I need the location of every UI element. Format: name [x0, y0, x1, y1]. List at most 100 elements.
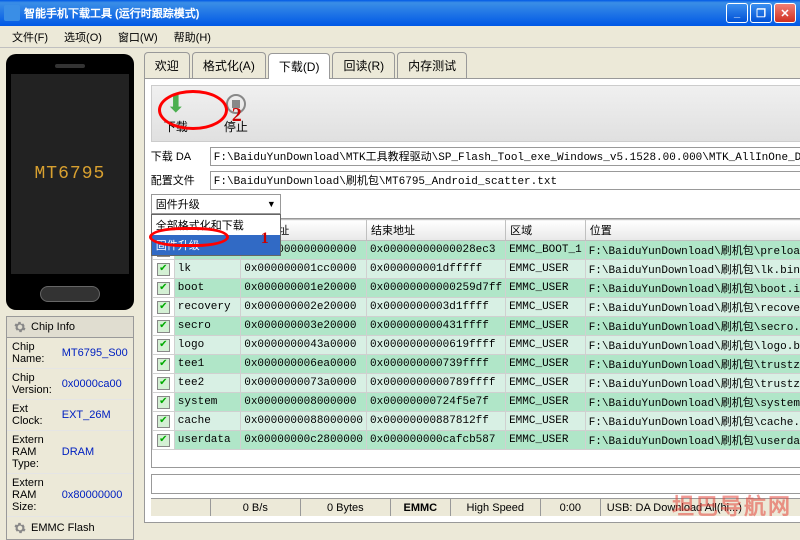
- cell-location: F:\BaiduYunDownload\刷机包\secro.img: [585, 317, 800, 336]
- cell-end: 0x00000000000259d7ff: [367, 279, 506, 298]
- cell-name: system: [174, 393, 240, 412]
- row-checkbox[interactable]: ✔: [157, 301, 170, 314]
- col-location[interactable]: 位置: [585, 220, 800, 241]
- chip-name-value: MT6795_S00: [57, 338, 133, 369]
- col-region[interactable]: 区域: [506, 220, 586, 241]
- cell-end: 0x00000000724f5e7f: [367, 393, 506, 412]
- scatter-path-input[interactable]: [210, 171, 800, 190]
- cell-name: cache: [174, 412, 240, 431]
- status-speed: High Speed: [451, 499, 541, 516]
- cell-location: F:\BaiduYunDownload\刷机包\cache.img: [585, 412, 800, 431]
- table-row[interactable]: ✔secro0x000000003e200000x000000000431fff…: [152, 317, 800, 336]
- cell-end: 0x00000000887812ff: [367, 412, 506, 431]
- tab-bar: 欢迎 格式化(A) 下载(D) 回读(R) 内存测试: [144, 52, 800, 79]
- status-bytes: 0 Bytes: [301, 499, 391, 516]
- cell-start: 0x0000000088000000: [241, 412, 367, 431]
- cell-location: F:\BaiduYunDownload\刷机包\lk.bin: [585, 260, 800, 279]
- row-checkbox[interactable]: ✔: [157, 377, 170, 390]
- da-path-label: 下载 DA: [151, 148, 206, 164]
- row-checkbox[interactable]: ✔: [157, 434, 170, 447]
- table-row[interactable]: ✔ boot0x000000001e200000x00000000000259d7…: [152, 279, 800, 298]
- row-checkbox[interactable]: ✔: [157, 263, 170, 276]
- menu-window[interactable]: 窗口(W): [110, 27, 166, 47]
- close-button[interactable]: ✕: [774, 3, 796, 23]
- cell-name: recovery: [174, 298, 240, 317]
- row-checkbox[interactable]: ✔: [157, 320, 170, 333]
- row-checkbox[interactable]: ✔: [157, 358, 170, 371]
- table-row[interactable]: ✔lk0x000000001cc00000x000000001dfffffEMM…: [152, 260, 800, 279]
- ext-clock-value: EXT_26M: [57, 400, 133, 431]
- row-checkbox[interactable]: ✔: [157, 339, 170, 352]
- cell-end: 0x000000000cafcb587: [367, 431, 506, 450]
- phone-preview: MT6795: [6, 54, 134, 310]
- cell-region: EMMC_USER: [506, 431, 586, 450]
- cell-name: userdata: [174, 431, 240, 450]
- download-button[interactable]: ⬇ 下载: [156, 90, 196, 137]
- cell-start: 0x000000006ea0000: [241, 355, 367, 374]
- cell-name: tee1: [174, 355, 240, 374]
- cell-start: 0x0000000043a0000: [241, 336, 367, 355]
- cell-start: 0x000000002e20000: [241, 298, 367, 317]
- table-row[interactable]: ✔tee10x000000006ea00000x000000000739ffff…: [152, 355, 800, 374]
- cell-name: boot: [174, 279, 240, 298]
- maximize-button[interactable]: ❐: [750, 3, 772, 23]
- app-icon: [4, 5, 20, 21]
- row-checkbox[interactable]: ✔: [157, 396, 170, 409]
- tab-download[interactable]: 下载(D): [268, 53, 331, 79]
- mode-dropdown[interactable]: 固件升级 ▼: [151, 194, 281, 214]
- chip-name-label: Chip Name:: [7, 338, 57, 369]
- chip-info-panel: Chip Info Chip Name:MT6795_S00 Chip Vers…: [6, 316, 134, 540]
- cell-start: 0x000000001e20000: [241, 279, 367, 298]
- menu-options[interactable]: 选项(O): [56, 27, 110, 47]
- table-row[interactable]: ✔ tee20x0000000073a00000x0000000000789fff…: [152, 374, 800, 393]
- menu-file[interactable]: 文件(F): [4, 27, 56, 47]
- cell-name: tee2: [174, 374, 240, 393]
- cell-end: 0x000000000431ffff: [367, 317, 506, 336]
- row-checkbox[interactable]: ✔: [157, 415, 170, 428]
- status-time: 0:00: [541, 499, 601, 516]
- chip-version-value: 0x0000ca00: [57, 369, 133, 400]
- cell-location: F:\BaiduYunDownload\刷机包\userdata.img: [585, 431, 800, 450]
- table-row[interactable]: ✔ cache0x00000000880000000x00000000887812…: [152, 412, 800, 431]
- tab-format[interactable]: 格式化(A): [192, 52, 266, 78]
- cell-name: lk: [174, 260, 240, 279]
- table-row[interactable]: ✔recovery0x000000002e200000x0000000003d1…: [152, 298, 800, 317]
- menu-help[interactable]: 帮助(H): [166, 27, 219, 47]
- cell-region: EMMC_USER: [506, 260, 586, 279]
- emmc-flash-label: EMMC Flash: [31, 522, 95, 534]
- status-mode: EMMC: [391, 499, 451, 516]
- tab-readback[interactable]: 回读(R): [332, 52, 395, 78]
- cell-region: EMMC_USER: [506, 393, 586, 412]
- action-toolbar: ⬇ 下载 停止 2: [151, 85, 800, 142]
- gear-icon: [13, 320, 27, 334]
- cell-location: F:\BaiduYunDownload\刷机包\trustzone.bin: [585, 374, 800, 393]
- cell-region: EMMC_USER: [506, 412, 586, 431]
- cell-location: F:\BaiduYunDownload\刷机包\logo.bin: [585, 336, 800, 355]
- status-bar: 0 B/s 0 Bytes EMMC High Speed 0:00 USB: …: [151, 498, 800, 516]
- table-row[interactable]: ✔system0x0000000080000000x00000000724f5e…: [152, 393, 800, 412]
- cell-location: F:\BaiduYunDownload\刷机包\boot.img: [585, 279, 800, 298]
- ram-size-label: Extern RAM Size:: [7, 474, 57, 517]
- cell-region: EMMC_USER: [506, 279, 586, 298]
- cell-start: 0x00000000c2800000: [241, 431, 367, 450]
- status-usb: USB: DA Download All(hi...): [601, 499, 800, 516]
- col-end[interactable]: 结束地址: [367, 220, 506, 241]
- titlebar: 智能手机下载工具 (运行时跟踪模式) _ ❐ ✕: [0, 0, 800, 26]
- ext-clock-label: Ext Clock:: [7, 400, 57, 431]
- cell-start: 0x000000003e20000: [241, 317, 367, 336]
- scatter-path-label: 配置文件: [151, 172, 206, 188]
- cell-region: EMMC_BOOT_1: [506, 241, 586, 260]
- chevron-down-icon: ▼: [267, 199, 276, 209]
- row-checkbox[interactable]: ✔: [157, 282, 170, 295]
- cell-start: 0x0000000073a0000: [241, 374, 367, 393]
- cell-end: 0x00000000000028ec3: [367, 241, 506, 260]
- home-button-graphic: [40, 286, 100, 302]
- minimize-button[interactable]: _: [726, 3, 748, 23]
- cell-end: 0x0000000000789ffff: [367, 374, 506, 393]
- tab-memtest[interactable]: 内存测试: [397, 52, 467, 78]
- table-row[interactable]: ✔logo0x0000000043a00000x0000000000619fff…: [152, 336, 800, 355]
- tab-welcome[interactable]: 欢迎: [144, 52, 190, 78]
- chip-version-label: Chip Version:: [7, 369, 57, 400]
- table-row[interactable]: ✔ userdata0x00000000c28000000x000000000ca…: [152, 431, 800, 450]
- da-path-input[interactable]: [210, 147, 800, 166]
